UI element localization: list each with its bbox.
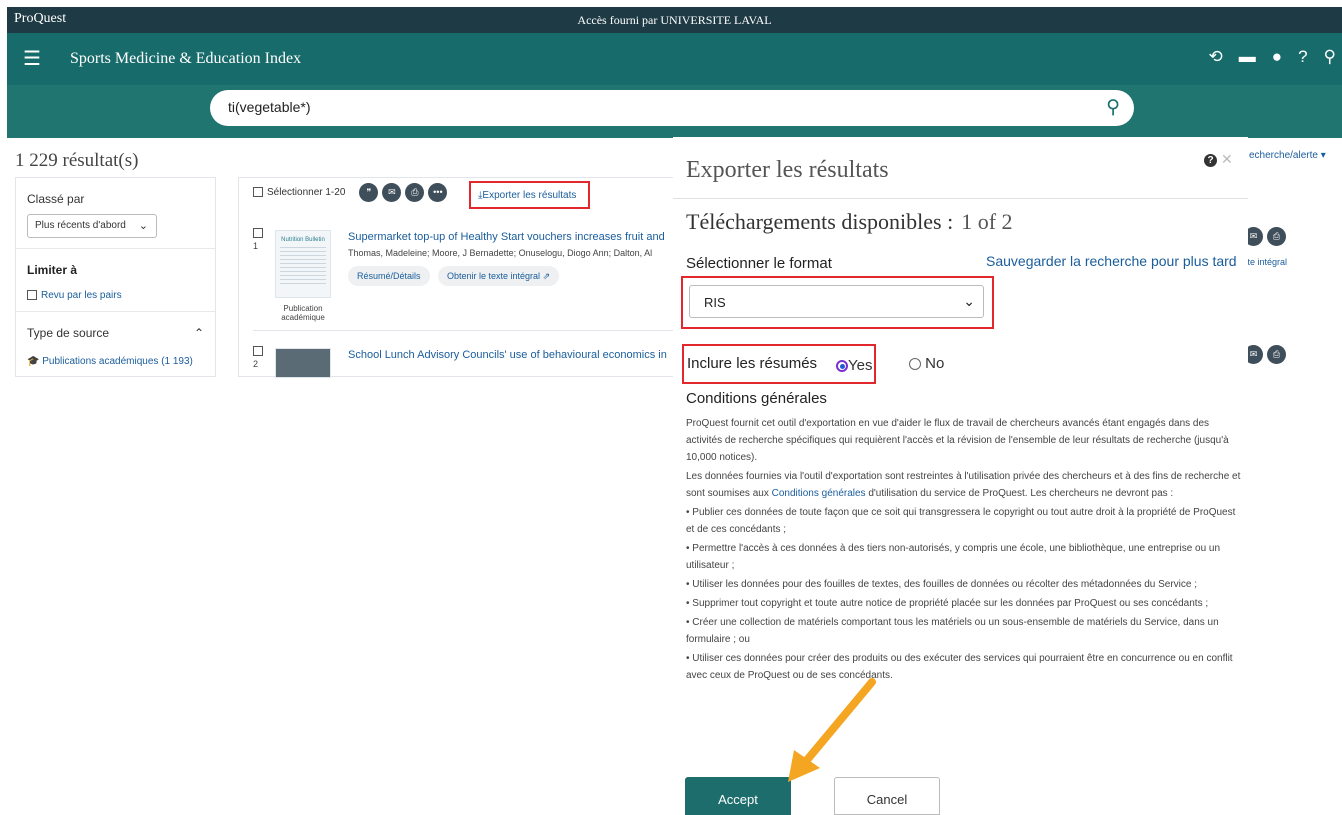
- format-label: Sélectionner le format: [686, 255, 832, 272]
- search-input[interactable]: [228, 99, 1068, 115]
- downloads-available: Téléchargements disponibles :1 of 2: [686, 209, 1013, 234]
- chevron-up-icon[interactable]: ⌃: [194, 326, 204, 340]
- dialog-title: Exporter les résultats: [686, 157, 889, 183]
- print-icon[interactable]: ⎙: [1267, 345, 1286, 364]
- close-icon[interactable]: ✕: [1221, 151, 1233, 168]
- save-alert-link[interactable]: echerche/alerte ▾: [1249, 150, 1326, 161]
- result-number: 1: [253, 241, 259, 251]
- yes-option[interactable]: Yes: [836, 357, 872, 374]
- graduation-cap-icon: 🎓: [27, 356, 43, 367]
- summary-details-button[interactable]: Résumé/Détails: [348, 266, 430, 286]
- result-checkbox[interactable]: [253, 228, 263, 238]
- email-icon[interactable]: ✉: [382, 183, 402, 202]
- result-title[interactable]: Supermarket top-up of Healthy Start vouc…: [348, 231, 665, 243]
- history-icon[interactable]: ⟲: [1209, 47, 1223, 67]
- no-option[interactable]: No: [909, 355, 944, 372]
- more-icon[interactable]: •••: [428, 183, 448, 202]
- database-title[interactable]: Sports Medicine & Education Index: [70, 50, 301, 68]
- nav-bar: ☰ Sports Medicine & Education Index ⟲ ▬ …: [7, 33, 1342, 85]
- sort-select[interactable]: Plus récents d'abord ⌄: [27, 214, 157, 238]
- search-box: ⚲: [210, 90, 1134, 126]
- publication-type: Publication académique: [281, 304, 325, 322]
- conditions-text: ProQuest fournit cet outil d'exportation…: [686, 418, 1241, 681]
- cite-icon[interactable]: ❞: [359, 183, 379, 202]
- format-select[interactable]: RIS ⌄: [689, 285, 984, 318]
- include-abstracts-highlight: Inclure les résumés Yes: [682, 344, 876, 384]
- export-dialog: Exporter les résultats ? ✕ Téléchargemen…: [673, 137, 1248, 815]
- divider: [253, 330, 683, 331]
- user-icon[interactable]: ●: [1272, 47, 1282, 67]
- access-notice: Accès fourni par UNIVERSITE LAVAL: [577, 13, 772, 27]
- search-band: ⚲: [7, 85, 1342, 138]
- right-actions: ✉ ⎙ xte intégral ✉ ⎙: [1240, 177, 1324, 377]
- limit-label: Limiter à: [27, 263, 78, 277]
- print-icon[interactable]: ⎙: [405, 183, 425, 202]
- result-title[interactable]: School Lunch Advisory Councils' use of b…: [348, 349, 667, 361]
- results-count: 1 229 résultat(s): [15, 150, 139, 171]
- save-search-link[interactable]: Sauvegarder la recherche pour plus tard: [986, 253, 1237, 269]
- chevron-down-icon: ⌄: [138, 220, 148, 232]
- filters-panel: Classé par Plus récents d'abord ⌄ Limite…: [15, 177, 216, 377]
- select-all[interactable]: Sélectionner 1-20: [253, 187, 345, 198]
- accept-button[interactable]: Accept: [685, 777, 791, 815]
- divider: [673, 198, 1248, 199]
- journal-thumbnail[interactable]: Nutrition Bulletin: [275, 230, 331, 298]
- help-icon[interactable]: ?: [1298, 47, 1307, 67]
- sort-label: Classé par: [27, 192, 85, 206]
- academic-pubs-filter[interactable]: 🎓 Publications académiques (1 193): [27, 356, 204, 367]
- search-icon[interactable]: ⚲: [1324, 47, 1336, 67]
- journal-thumbnail[interactable]: [275, 348, 331, 378]
- arrow-annotation: [788, 678, 876, 782]
- conditions-link[interactable]: Conditions générales: [772, 488, 866, 499]
- chevron-down-icon: ⌄: [963, 293, 975, 309]
- arrow-shaft: [798, 678, 876, 770]
- peer-reviewed-filter[interactable]: Revu par les pairs: [27, 290, 204, 301]
- menu-icon[interactable]: ☰: [23, 49, 41, 69]
- format-highlight: RIS ⌄: [681, 276, 994, 329]
- help-icon[interactable]: ?: [1204, 154, 1217, 167]
- get-fulltext-button[interactable]: Obtenir le texte intégral ⇗: [438, 266, 560, 286]
- fulltext-link[interactable]: xte intégral: [1243, 257, 1287, 267]
- peer-reviewed-checkbox[interactable]: [27, 290, 37, 301]
- include-abstracts-label: Inclure les résumés: [687, 355, 818, 372]
- conditions-title: Conditions générales: [686, 390, 827, 407]
- yes-radio[interactable]: [836, 360, 848, 373]
- results-list: Sélectionner 1-20 ❞ ✉ ⎙ ••• ⤓Exporter le…: [238, 177, 683, 378]
- result-checkbox[interactable]: [253, 346, 263, 356]
- format-value: RIS: [704, 295, 726, 310]
- export-results-button[interactable]: ⤓Exporter les résultats: [469, 181, 590, 209]
- folder-icon[interactable]: ▬: [1239, 47, 1256, 67]
- result-authors: Thomas, Madeleine; Moore, J Bernadette; …: [348, 248, 653, 258]
- sort-value: Plus récents d'abord: [35, 220, 126, 231]
- top-bar: ProQuest Accès fourni par UNIVERSITE LAV…: [7, 7, 1342, 33]
- search-submit-icon[interactable]: ⚲: [1106, 96, 1120, 119]
- no-radio[interactable]: [909, 358, 921, 371]
- print-icon[interactable]: ⎙: [1267, 227, 1286, 246]
- external-link-icon: ⇗: [542, 271, 551, 281]
- source-type-label: Type de source: [27, 326, 110, 340]
- select-all-checkbox[interactable]: [253, 187, 263, 198]
- result-number: 2: [253, 359, 259, 369]
